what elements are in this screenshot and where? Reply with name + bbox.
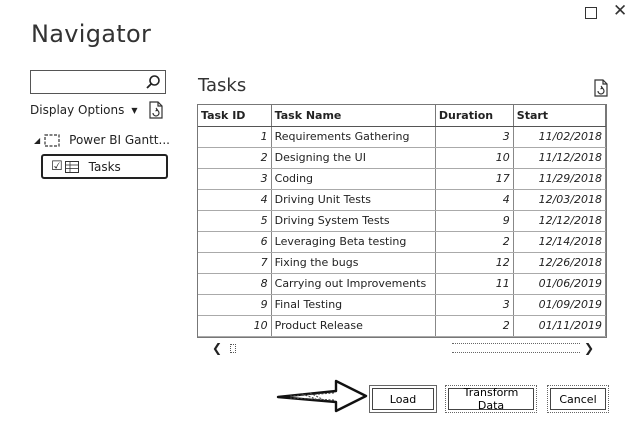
column-header[interactable]: Task ID xyxy=(198,105,272,127)
table-row[interactable]: 10 Product Release 2 01/11/2019 xyxy=(198,315,606,337)
start-cell: 01/09/2019 xyxy=(513,294,606,316)
load-button[interactable]: Load xyxy=(369,385,437,413)
task-name-cell: Coding xyxy=(271,168,436,190)
task-name-cell: Driving System Tests xyxy=(271,210,436,232)
table-row[interactable]: 5 Driving System Tests 9 12/12/2018 xyxy=(198,210,606,232)
task-id-cell: 2 xyxy=(198,147,272,169)
scroll-right-icon[interactable]: ❯ xyxy=(584,341,594,355)
dialog-title: Navigator xyxy=(31,20,152,48)
duration-cell: 2 xyxy=(435,231,514,253)
display-options-label: Display Options xyxy=(30,103,125,117)
refresh-icon[interactable] xyxy=(148,101,164,119)
column-header[interactable]: Start xyxy=(513,105,606,127)
task-id-cell: 6 xyxy=(198,231,272,253)
task-id-cell: 9 xyxy=(198,294,272,316)
table-row[interactable]: 9 Final Testing 3 01/09/2019 xyxy=(198,294,606,316)
task-id-cell: 5 xyxy=(198,210,272,232)
start-cell: 01/06/2019 xyxy=(513,273,606,295)
pointer-arrow-icon xyxy=(276,379,368,413)
scroll-left-icon[interactable]: ❮ xyxy=(212,341,222,355)
scroll-track[interactable] xyxy=(452,343,580,353)
task-id-cell: 8 xyxy=(198,273,272,295)
duration-cell: 3 xyxy=(435,126,514,148)
task-name-cell: Product Release xyxy=(271,315,436,337)
tree-child-label: Tasks xyxy=(88,159,121,174)
table-row[interactable]: 2 Designing the UI 10 11/12/2018 xyxy=(198,147,606,169)
display-options-dropdown[interactable]: Display Options ▼ xyxy=(30,103,138,117)
preview-title: Tasks xyxy=(198,75,247,96)
chevron-down-icon: ▼ xyxy=(131,105,138,115)
search-icon[interactable] xyxy=(145,74,161,90)
duration-cell: 10 xyxy=(435,147,514,169)
maximize-icon[interactable] xyxy=(585,7,597,19)
duration-cell: 4 xyxy=(435,189,514,211)
tree-item-tasks[interactable]: ☑ Tasks xyxy=(41,154,168,179)
table-row[interactable]: 4 Driving Unit Tests 4 12/03/2018 xyxy=(198,189,606,211)
table-row[interactable]: 6 Leveraging Beta testing 2 12/14/2018 xyxy=(198,231,606,253)
task-name-cell: Requirements Gathering xyxy=(271,126,436,148)
start-cell: 11/29/2018 xyxy=(513,168,606,190)
task-name-cell: Final Testing xyxy=(271,294,436,316)
task-id-cell: 10 xyxy=(198,315,272,337)
task-id-cell: 3 xyxy=(198,168,272,190)
duration-cell: 2 xyxy=(435,315,514,337)
duration-cell: 12 xyxy=(435,252,514,274)
duration-cell: 17 xyxy=(435,168,514,190)
horizontal-scrollbar[interactable]: ❮ ❯ xyxy=(212,341,604,355)
start-cell: 12/26/2018 xyxy=(513,252,606,274)
task-name-cell: Carrying out Improvements xyxy=(271,273,436,295)
start-cell: 12/12/2018 xyxy=(513,210,606,232)
start-cell: 12/14/2018 xyxy=(513,231,606,253)
column-header[interactable]: Duration xyxy=(435,105,514,127)
scroll-thumb[interactable] xyxy=(230,344,236,353)
search-input[interactable] xyxy=(35,72,147,92)
table-row[interactable]: 8 Carrying out Improvements 11 01/06/2019 xyxy=(198,273,606,295)
start-cell: 11/02/2018 xyxy=(513,126,606,148)
task-name-cell: Leveraging Beta testing xyxy=(271,231,436,253)
checkbox-checked-icon[interactable]: ☑ xyxy=(51,159,63,174)
preview-table[interactable]: Task ID Task Name Duration Start 1 Requir… xyxy=(197,104,607,338)
table-icon xyxy=(64,160,79,173)
collapse-triangle-icon[interactable]: ◢ xyxy=(34,136,40,145)
task-id-cell: 7 xyxy=(198,252,272,274)
task-name-cell: Driving Unit Tests xyxy=(271,189,436,211)
duration-cell: 9 xyxy=(435,210,514,232)
start-cell: 11/12/2018 xyxy=(513,147,606,169)
cancel-button[interactable]: Cancel xyxy=(547,385,609,413)
duration-cell: 11 xyxy=(435,273,514,295)
tree-item-power-bi-gantt[interactable]: ◢ Power BI Gantt... xyxy=(34,133,170,147)
task-name-cell: Fixing the bugs xyxy=(271,252,436,274)
table-row[interactable]: 1 Requirements Gathering 3 11/02/2018 xyxy=(198,126,606,148)
table-row[interactable]: 3 Coding 17 11/29/2018 xyxy=(198,168,606,190)
transform-data-button[interactable]: Transform Data xyxy=(445,385,537,413)
refresh-preview-icon[interactable] xyxy=(593,79,609,97)
close-icon[interactable]: ✕ xyxy=(613,3,627,20)
table-row[interactable]: 7 Fixing the bugs 12 12/26/2018 xyxy=(198,252,606,274)
task-id-cell: 4 xyxy=(198,189,272,211)
column-header[interactable]: Task Name xyxy=(271,105,436,127)
duration-cell: 3 xyxy=(435,294,514,316)
task-name-cell: Designing the UI xyxy=(271,147,436,169)
folder-icon xyxy=(44,134,60,147)
search-box[interactable] xyxy=(30,70,166,94)
start-cell: 01/11/2019 xyxy=(513,315,606,337)
task-id-cell: 1 xyxy=(198,126,272,148)
tree-root-label: Power BI Gantt... xyxy=(69,133,170,147)
table-header-row: Task ID Task Name Duration Start xyxy=(198,105,606,127)
start-cell: 12/03/2018 xyxy=(513,189,606,211)
